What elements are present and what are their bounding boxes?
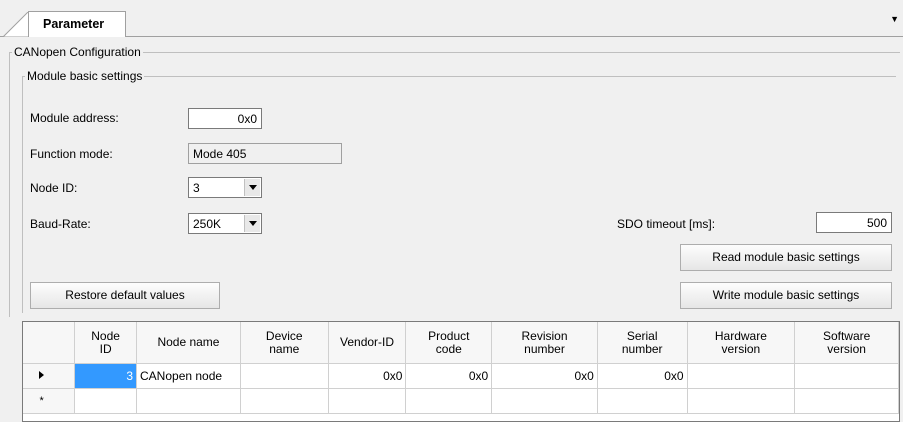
new-cell-serial-number[interactable] [597, 388, 688, 414]
tab-strip: Parameter ▼ [0, 0, 903, 37]
function-mode-field: Mode 405 [188, 143, 342, 164]
tab-strip-divider [0, 36, 903, 37]
baud-rate-value: 250K [193, 217, 222, 231]
tab-parameter-label: Parameter [43, 17, 105, 31]
read-module-basic-settings-button[interactable]: Read module basic settings [680, 244, 892, 271]
cell-software-version[interactable] [794, 363, 899, 389]
column-header-node-name[interactable]: Node name [136, 322, 241, 364]
column-header-device-name[interactable]: Device name [240, 322, 329, 364]
sdo-timeout-input[interactable]: 500 [816, 212, 892, 233]
table-row[interactable]: 3 CANopen node 0x0 0x0 0x0 0x0 [23, 363, 899, 389]
module-basic-settings-legend: Module basic settings [27, 69, 143, 83]
cell-revision-number[interactable]: 0x0 [491, 363, 598, 389]
current-row-arrow-icon[interactable] [23, 363, 76, 389]
column-header-product-code[interactable]: Product code [405, 322, 493, 364]
new-cell-revision-number[interactable] [491, 388, 598, 414]
column-header-revision-number[interactable]: Revision number [491, 322, 598, 364]
row-header-corner [23, 322, 76, 364]
column-header-serial-number[interactable]: Serial number [597, 322, 688, 364]
node-table: Node ID Node name Device name Vendor-ID Pr… [22, 321, 900, 422]
new-cell-vendor-id[interactable] [328, 388, 407, 414]
node-table-grid: Node ID Node name Device name Vendor-ID Pr… [23, 322, 899, 414]
node-id-value: 3 [193, 181, 200, 195]
cell-hardware-version[interactable] [687, 363, 796, 389]
tab-parameter[interactable]: Parameter [28, 11, 126, 37]
sdo-timeout-label: SDO timeout [ms]: [617, 217, 716, 231]
baud-rate-label: Baud-Rate: [30, 217, 91, 231]
tab-dropdown-icon[interactable]: ▼ [890, 14, 899, 24]
write-module-basic-settings-button[interactable]: Write module basic settings [680, 282, 892, 309]
new-cell-product-code[interactable] [405, 388, 493, 414]
node-id-combobox[interactable]: 3 [188, 177, 262, 198]
canopen-configuration-legend: CANopen Configuration [14, 45, 141, 59]
chevron-down-icon[interactable] [244, 179, 260, 196]
new-cell-node-id[interactable] [74, 388, 138, 414]
table-new-row[interactable]: * [23, 388, 899, 414]
cell-serial-number[interactable]: 0x0 [597, 363, 688, 389]
cell-product-code[interactable]: 0x0 [405, 363, 493, 389]
new-cell-node-name[interactable] [136, 388, 241, 414]
module-address-input[interactable]: 0x0 [188, 108, 262, 129]
column-header-software-version[interactable]: Software version [794, 322, 899, 364]
column-header-hardware-version[interactable]: Hardware version [687, 322, 796, 364]
node-id-label: Node ID: [30, 181, 78, 195]
chevron-down-icon[interactable] [244, 215, 260, 232]
new-cell-software-version[interactable] [794, 388, 899, 414]
cell-node-name[interactable]: CANopen node [136, 363, 241, 389]
new-cell-device-name[interactable] [240, 388, 329, 414]
cell-node-id[interactable]: 3 [74, 363, 138, 389]
module-basic-settings-group: Module basic settings [22, 69, 896, 313]
column-header-node-id[interactable]: Node ID [74, 322, 138, 364]
baud-rate-combobox[interactable]: 250K [188, 213, 262, 234]
restore-default-values-button[interactable]: Restore default values [30, 282, 220, 309]
function-mode-label: Function mode: [30, 147, 113, 161]
column-header-vendor-id[interactable]: Vendor-ID [328, 322, 407, 364]
module-address-label: Module address: [30, 111, 119, 125]
table-header-row: Node ID Node name Device name Vendor-ID Pr… [23, 322, 899, 364]
new-cell-hardware-version[interactable] [687, 388, 796, 414]
new-row-marker[interactable]: * [23, 388, 76, 414]
cell-vendor-id[interactable]: 0x0 [328, 363, 407, 389]
cell-device-name[interactable] [240, 363, 329, 389]
